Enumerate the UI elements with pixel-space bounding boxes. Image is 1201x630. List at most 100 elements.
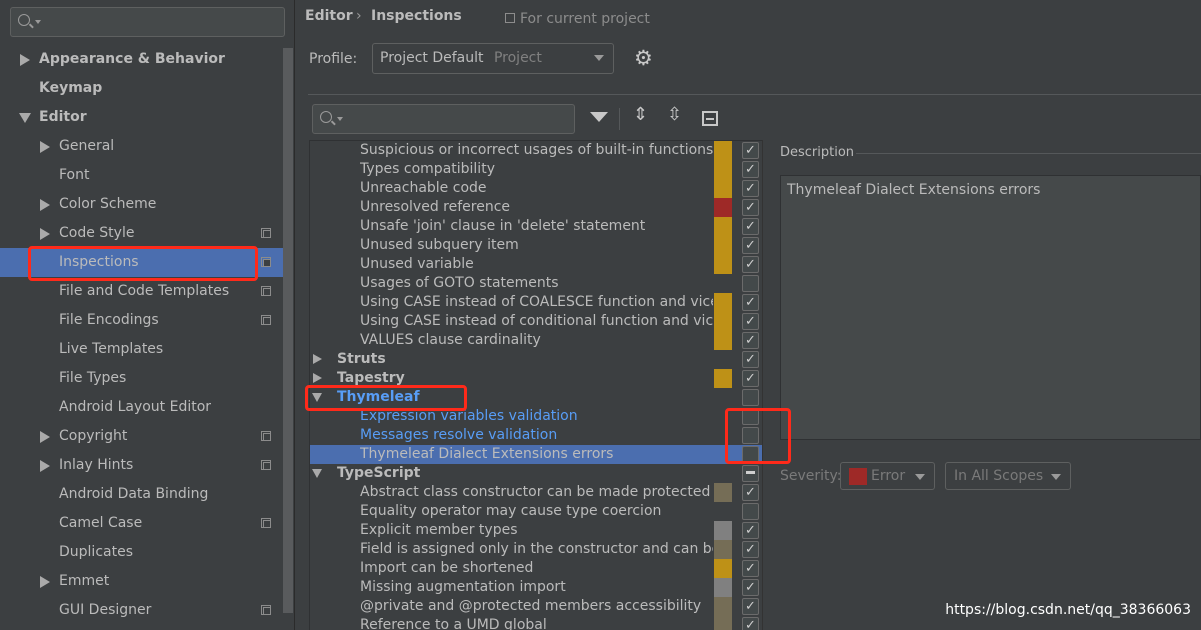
- chevron-right-icon[interactable]: [20, 54, 30, 66]
- sidebar-item-general[interactable]: General: [0, 132, 283, 161]
- profile-dropdown[interactable]: Project Default Project: [372, 43, 614, 74]
- inspection-item[interactable]: Using CASE instead of conditional functi…: [310, 312, 763, 331]
- settings-search-input[interactable]: [10, 7, 285, 37]
- enable-checkbox[interactable]: ✓: [742, 370, 759, 387]
- enable-checkbox[interactable]: ✓: [742, 237, 759, 254]
- inspection-item[interactable]: Suspicious or incorrect usages of built-…: [310, 141, 763, 160]
- enable-checkbox[interactable]: ✓: [742, 180, 759, 197]
- sidebar-scrollbar[interactable]: [283, 48, 293, 613]
- inspection-item[interactable]: Abstract class constructor can be made p…: [310, 483, 763, 502]
- enable-checkbox[interactable]: [742, 389, 759, 406]
- tree-scrollbar[interactable]: [762, 140, 771, 630]
- sidebar-item-label: Inspections: [59, 254, 139, 270]
- enable-checkbox[interactable]: ✓: [742, 484, 759, 501]
- sidebar-item-code-style[interactable]: Code Style: [0, 219, 283, 248]
- chevron-right-icon[interactable]: [40, 228, 50, 240]
- inspection-item[interactable]: Missing augmentation import ✓: [310, 578, 763, 597]
- sidebar-item-keymap[interactable]: Keymap: [0, 74, 283, 103]
- enable-checkbox[interactable]: [742, 446, 759, 463]
- sidebar-item-inspections[interactable]: Inspections: [0, 248, 283, 277]
- inspection-group[interactable]: Tapestry ✓: [310, 369, 763, 388]
- enable-checkbox[interactable]: ✓: [742, 218, 759, 235]
- chevron-right-icon[interactable]: [313, 354, 322, 364]
- inspection-item[interactable]: Using CASE instead of COALESCE function …: [310, 293, 763, 312]
- sidebar-item-inlay-hints[interactable]: Inlay Hints: [0, 451, 283, 480]
- inspection-group[interactable]: TypeScript: [310, 464, 763, 483]
- inspection-group[interactable]: Thymeleaf: [310, 388, 763, 407]
- inspection-item[interactable]: Unresolved reference ✓: [310, 198, 763, 217]
- chevron-right-icon[interactable]: [40, 141, 50, 153]
- enable-checkbox[interactable]: [742, 275, 759, 292]
- severity-dropdown[interactable]: Error: [840, 462, 935, 490]
- enable-checkbox[interactable]: ✓: [742, 332, 759, 349]
- sidebar-item-file-types[interactable]: File Types: [0, 364, 283, 393]
- chevron-right-icon[interactable]: [40, 431, 50, 443]
- sidebar-item-copyright[interactable]: Copyright: [0, 422, 283, 451]
- inspection-item[interactable]: Thymeleaf Dialect Extensions errors: [310, 445, 763, 464]
- inspection-item[interactable]: Field is assigned only in the constructo…: [310, 540, 763, 559]
- gear-icon[interactable]: ⚙: [634, 46, 653, 70]
- enable-checkbox[interactable]: ✓: [742, 294, 759, 311]
- inspection-item[interactable]: @private and @protected members accessib…: [310, 597, 763, 616]
- enable-checkbox[interactable]: ✓: [742, 199, 759, 216]
- sidebar-item-file-encodings[interactable]: File Encodings: [0, 306, 283, 335]
- inspection-item[interactable]: Reference to a UMD global ✓: [310, 616, 763, 630]
- enable-checkbox[interactable]: [742, 427, 759, 444]
- sidebar-item-camel-case[interactable]: Camel Case: [0, 509, 283, 538]
- filter-icon[interactable]: [590, 112, 608, 122]
- chevron-right-icon[interactable]: [40, 199, 50, 211]
- enable-checkbox[interactable]: ✓: [742, 579, 759, 596]
- inspection-item[interactable]: Unused subquery item ✓: [310, 236, 763, 255]
- inspection-item[interactable]: Equality operator may cause type coercio…: [310, 502, 763, 521]
- chevron-right-icon[interactable]: [40, 460, 50, 472]
- sidebar-item-android-data-binding[interactable]: Android Data Binding: [0, 480, 283, 509]
- sidebar-item-color-scheme[interactable]: Color Scheme: [0, 190, 283, 219]
- chevron-down-icon[interactable]: [19, 113, 31, 123]
- enable-checkbox[interactable]: [742, 408, 759, 425]
- enable-checkbox[interactable]: ✓: [742, 560, 759, 577]
- reset-icon[interactable]: [702, 111, 718, 126]
- inspection-item[interactable]: Unused variable ✓: [310, 255, 763, 274]
- sidebar-item-android-layout-editor[interactable]: Android Layout Editor: [0, 393, 283, 422]
- chevron-right-icon[interactable]: [313, 373, 322, 383]
- sidebar-item-emmet[interactable]: Emmet: [0, 567, 283, 596]
- inspection-label: Equality operator may cause type coercio…: [360, 503, 662, 519]
- inspection-label: VALUES clause cardinality: [360, 332, 541, 348]
- enable-checkbox[interactable]: [742, 465, 759, 482]
- sidebar-item-live-templates[interactable]: Live Templates: [0, 335, 283, 364]
- enable-checkbox[interactable]: ✓: [742, 598, 759, 615]
- inspection-item[interactable]: Explicit member types ✓: [310, 521, 763, 540]
- enable-checkbox[interactable]: ✓: [742, 142, 759, 159]
- inspection-item[interactable]: Unreachable code ✓: [310, 179, 763, 198]
- sidebar-item-font[interactable]: Font: [0, 161, 283, 190]
- inspection-group[interactable]: Struts ✓: [310, 350, 763, 369]
- inspection-item[interactable]: VALUES clause cardinality ✓: [310, 331, 763, 350]
- enable-checkbox[interactable]: ✓: [742, 313, 759, 330]
- inspection-item[interactable]: Types compatibility ✓: [310, 160, 763, 179]
- enable-checkbox[interactable]: ✓: [742, 522, 759, 539]
- inspection-item[interactable]: Usages of GOTO statements: [310, 274, 763, 293]
- inspection-item[interactable]: Unsafe 'join' clause in 'delete' stateme…: [310, 217, 763, 236]
- enable-checkbox[interactable]: ✓: [742, 351, 759, 368]
- chevron-right-icon[interactable]: [40, 576, 50, 588]
- inspection-item[interactable]: Expression variables validation: [310, 407, 763, 426]
- inspection-item[interactable]: Messages resolve validation: [310, 426, 763, 445]
- breadcrumb-editor[interactable]: Editor: [305, 8, 353, 24]
- enable-checkbox[interactable]: ✓: [742, 161, 759, 178]
- sidebar-item-editor[interactable]: Editor: [0, 103, 283, 132]
- chevron-down-icon[interactable]: [312, 469, 322, 478]
- expand-all-icon[interactable]: ⇕: [633, 104, 648, 125]
- enable-checkbox[interactable]: ✓: [742, 256, 759, 273]
- sidebar-item-gui-designer[interactable]: GUI Designer: [0, 596, 283, 625]
- enable-checkbox[interactable]: [742, 503, 759, 520]
- enable-checkbox[interactable]: ✓: [742, 617, 759, 630]
- enable-checkbox[interactable]: ✓: [742, 541, 759, 558]
- sidebar-item-file-and-code-templates[interactable]: File and Code Templates: [0, 277, 283, 306]
- inspection-search-input[interactable]: [312, 104, 575, 134]
- sidebar-item-appearance-behavior[interactable]: Appearance & Behavior: [0, 45, 283, 74]
- sidebar-item-duplicates[interactable]: Duplicates: [0, 538, 283, 567]
- chevron-down-icon[interactable]: [312, 393, 322, 402]
- inspection-item[interactable]: Import can be shortened ✓: [310, 559, 763, 578]
- scope-dropdown[interactable]: In All Scopes: [945, 462, 1071, 490]
- collapse-all-icon[interactable]: ⇳: [667, 104, 682, 125]
